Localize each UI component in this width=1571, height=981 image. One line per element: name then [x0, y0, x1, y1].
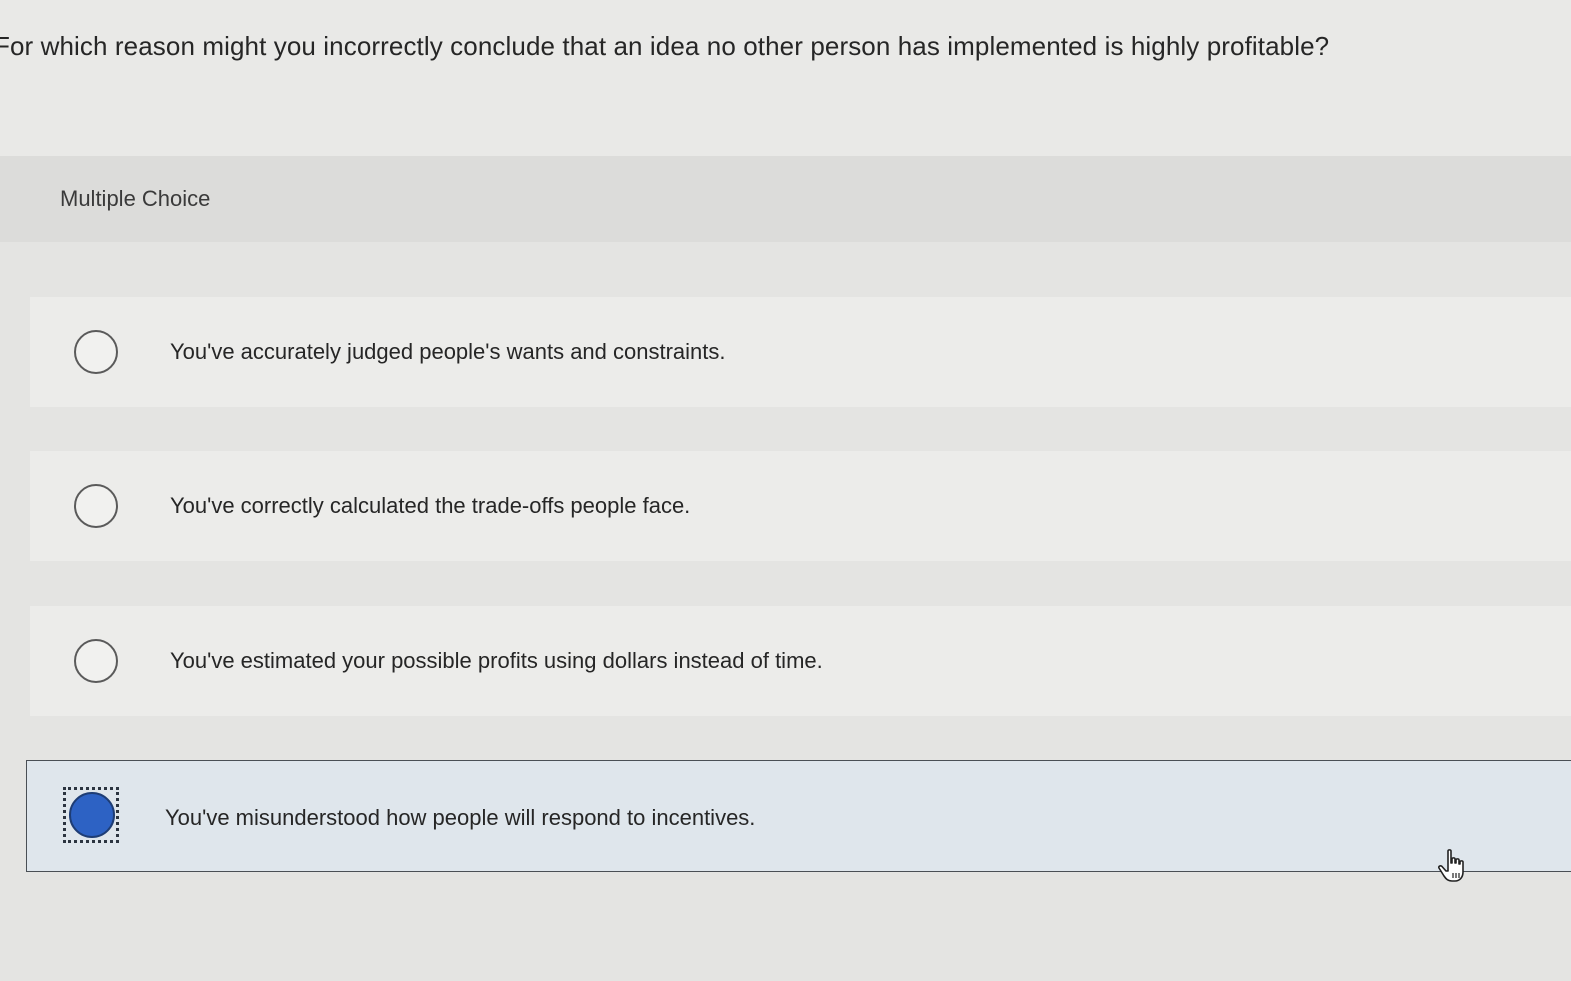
- radio-button-icon[interactable]: [74, 330, 118, 374]
- answer-option-label: You've misunderstood how people will res…: [165, 805, 756, 830]
- radio-button-icon[interactable]: [74, 484, 118, 528]
- question-text: For which reason might you incorrectly c…: [0, 31, 1330, 61]
- answer-option-label: You've correctly calculated the trade-of…: [170, 493, 691, 518]
- question-type-label: Multiple Choice: [60, 186, 211, 211]
- radio-button-icon[interactable]: [74, 639, 118, 683]
- hand-pointer-icon: [1437, 849, 1464, 882]
- multiple-choice-header: Multiple Choice: [0, 156, 1571, 242]
- answer-option-label: You've accurately judged people's wants …: [170, 339, 726, 364]
- answer-option-4-selected[interactable]: You've misunderstood how people will res…: [26, 760, 1571, 872]
- answer-option-3[interactable]: You've estimated your possible profits u…: [30, 606, 1571, 716]
- answer-option-label: You've estimated your possible profits u…: [170, 648, 823, 673]
- radio-button-selected-icon[interactable]: [69, 792, 115, 838]
- answer-option-2[interactable]: You've correctly calculated the trade-of…: [30, 451, 1571, 561]
- answer-option-1[interactable]: You've accurately judged people's wants …: [30, 297, 1571, 407]
- answer-options: You've accurately judged people's wants …: [0, 242, 1571, 981]
